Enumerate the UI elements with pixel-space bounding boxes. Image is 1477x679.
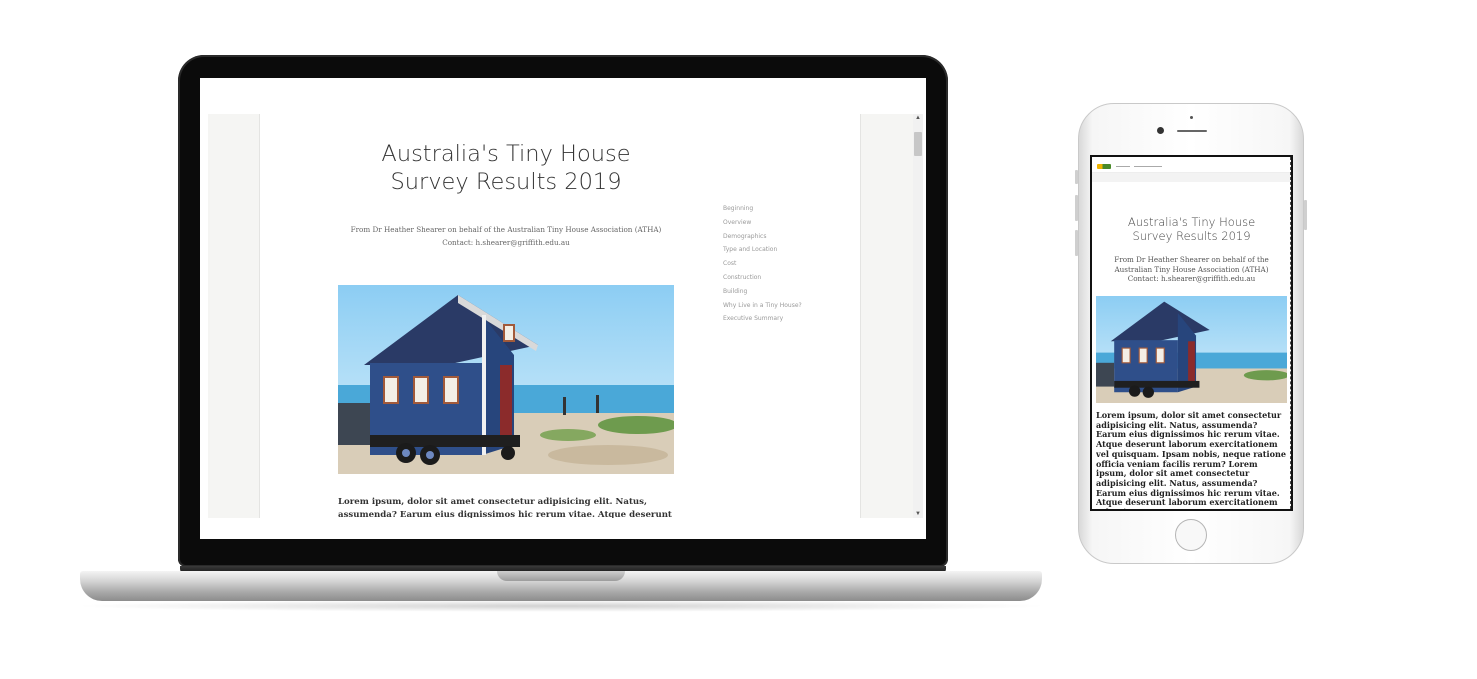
toc-link-executive-summary[interactable]: Executive Summary bbox=[723, 312, 802, 326]
tiny-house-photo bbox=[338, 285, 674, 474]
laptop-screen: ▲ ▼ Australia's Tiny House Survey Result… bbox=[200, 78, 926, 539]
byline: From Dr Heather Shearer on behalf of the… bbox=[1114, 255, 1269, 283]
laptop-notch bbox=[497, 571, 625, 581]
laptop-shadow bbox=[70, 600, 1052, 612]
atha-logo[interactable] bbox=[1097, 164, 1111, 169]
phone-home-button[interactable] bbox=[1175, 519, 1207, 551]
table-of-contents: Beginning Overview Demographics Type and… bbox=[723, 202, 802, 326]
phone-volume-up bbox=[1075, 195, 1078, 221]
toc-link-overview[interactable]: Overview bbox=[723, 216, 802, 230]
phone-screen: Australia's Tiny House Survey Results 20… bbox=[1090, 155, 1293, 511]
toc-link-demographics[interactable]: Demographics bbox=[723, 230, 802, 244]
vertical-scrollbar[interactable]: ▲ ▼ bbox=[913, 114, 923, 518]
tiny-house-photo bbox=[1096, 296, 1287, 403]
page-title: Australia's Tiny House Survey Results 20… bbox=[1127, 215, 1256, 243]
toc-link-cost[interactable]: Cost bbox=[723, 257, 802, 271]
phone-speaker bbox=[1177, 130, 1207, 132]
toc-link-beginning[interactable]: Beginning bbox=[723, 202, 802, 216]
phone-power-button bbox=[1304, 200, 1307, 230]
hero-image-tiny-house bbox=[338, 285, 674, 474]
scroll-up-arrow-icon[interactable]: ▲ bbox=[915, 115, 921, 121]
nav-link[interactable] bbox=[1116, 166, 1130, 167]
page-gutter-left bbox=[208, 114, 260, 518]
toc-link-type-and-location[interactable]: Type and Location bbox=[723, 243, 802, 257]
mobile-navbar bbox=[1092, 157, 1291, 173]
nav-link[interactable] bbox=[1134, 166, 1162, 167]
scrollbar-thumb[interactable] bbox=[914, 132, 922, 156]
toc-link-why-live-tiny[interactable]: Why Live in a Tiny House? bbox=[723, 299, 802, 313]
body-text: Lorem ipsum, dolor sit amet consectetur … bbox=[338, 497, 672, 518]
toc-link-construction[interactable]: Construction bbox=[723, 271, 802, 285]
phone-mute-switch bbox=[1075, 170, 1078, 184]
mobile-header-band bbox=[1092, 173, 1291, 182]
byline-contact: Contact: h.shearer@griffith.edu.au bbox=[442, 238, 570, 247]
byline: From Dr Heather Shearer on behalf of the… bbox=[330, 223, 682, 249]
page-gutter-right bbox=[860, 114, 913, 518]
page-title: Australia's Tiny House Survey Results 20… bbox=[381, 141, 631, 195]
scroll-down-arrow-icon[interactable]: ▼ bbox=[915, 511, 921, 517]
body-text: Lorem ipsum, dolor sit amet consectetur … bbox=[1096, 411, 1287, 509]
phone-volume-down bbox=[1075, 230, 1078, 256]
byline-author: From Dr Heather Shearer on behalf of the… bbox=[350, 225, 662, 234]
hero-image-tiny-house bbox=[1096, 296, 1287, 403]
screen-edge bbox=[1289, 157, 1291, 509]
toc-link-building[interactable]: Building bbox=[723, 285, 802, 299]
phone-sensor bbox=[1190, 116, 1193, 119]
phone-front-camera bbox=[1157, 127, 1164, 134]
